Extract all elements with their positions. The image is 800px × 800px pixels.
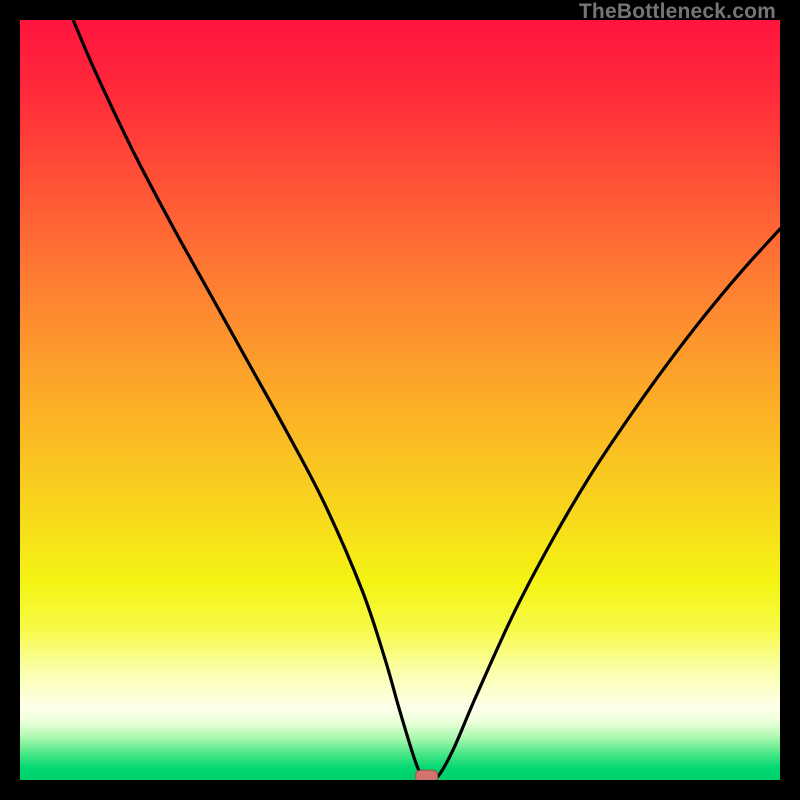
gradient-background [20, 20, 780, 780]
bottleneck-chart [20, 20, 780, 780]
chart-frame [20, 20, 780, 780]
optimal-marker [416, 770, 438, 780]
